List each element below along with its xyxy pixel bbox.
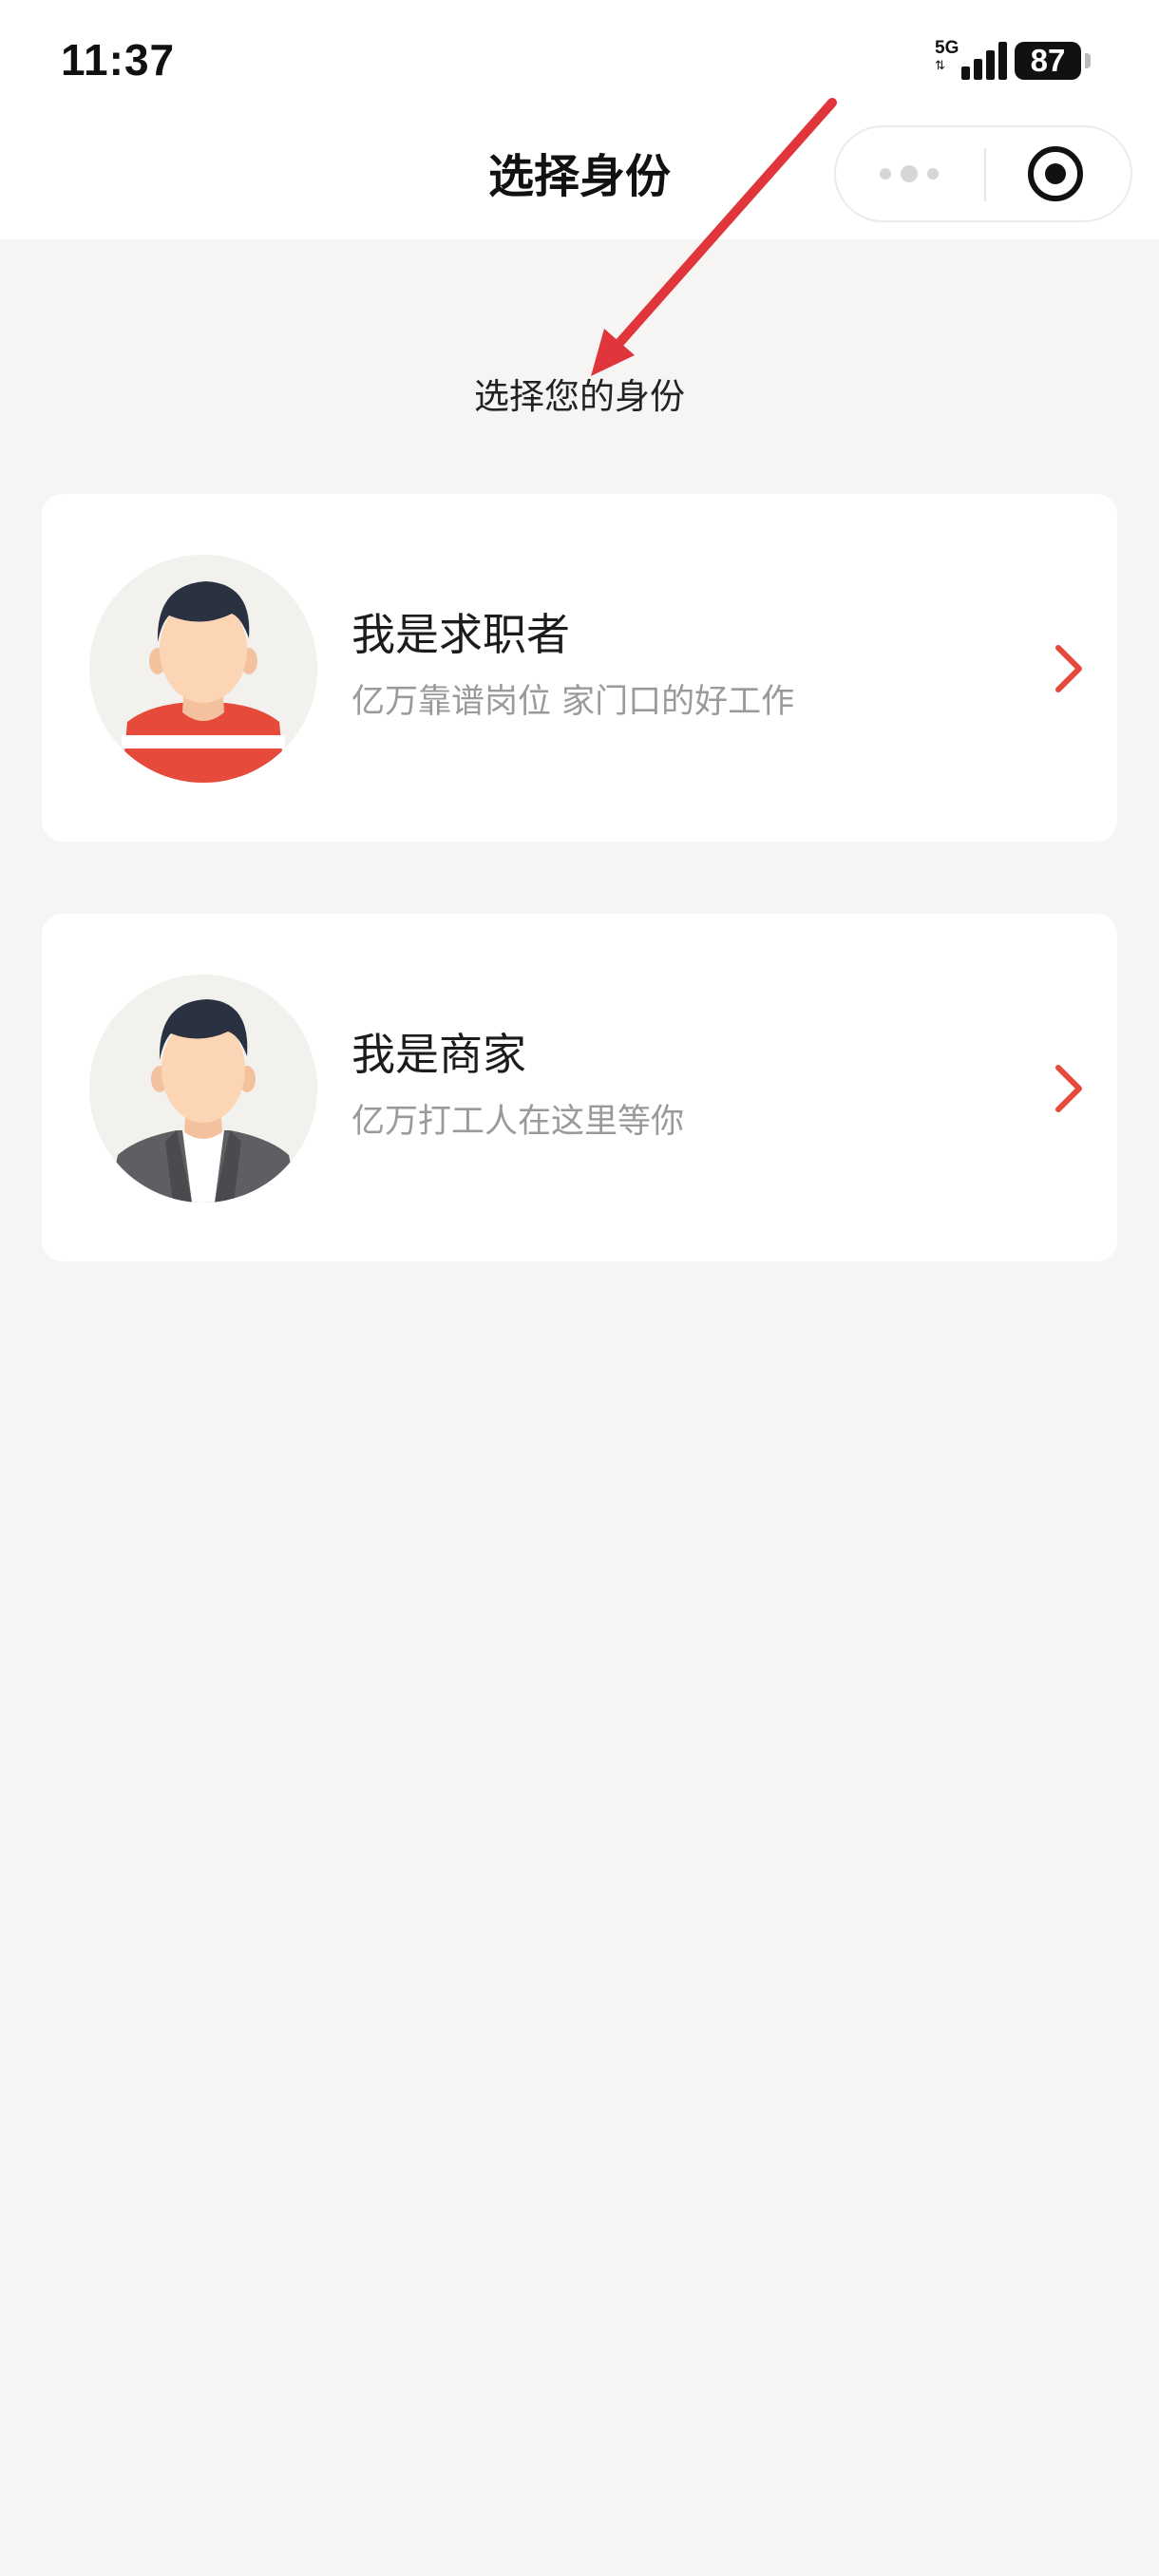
signal-icon (961, 42, 1007, 80)
network-activity-icon: ⇅ (935, 59, 945, 73)
more-dots-icon[interactable] (836, 127, 984, 220)
mini-program-capsule (834, 125, 1132, 222)
chevron-right-icon (1055, 645, 1082, 692)
job-seeker-title: 我是求职者 (352, 609, 570, 660)
merchant-title: 我是商家 (352, 1029, 526, 1080)
job-seeker-avatar (89, 555, 317, 783)
network-label: 5G (935, 38, 960, 58)
target-icon[interactable] (986, 127, 1130, 220)
status-time: 11:37 (61, 35, 176, 85)
merchant-card[interactable]: 我是商家 亿万打工人在这里等你 (42, 914, 1117, 1261)
merchant-avatar (89, 975, 317, 1203)
battery-nub (1085, 53, 1091, 68)
merchant-description: 亿万打工人在这里等你 (352, 1103, 685, 1141)
job-seeker-description: 亿万靠谱岗位 家门口的好工作 (352, 683, 795, 721)
chevron-right-icon (1055, 1065, 1082, 1112)
job-seeker-card[interactable]: 我是求职者 亿万靠谱岗位 家门口的好工作 (42, 494, 1117, 842)
battery-icon: 87 (1015, 42, 1081, 80)
annotation-arrow-icon (591, 98, 837, 376)
